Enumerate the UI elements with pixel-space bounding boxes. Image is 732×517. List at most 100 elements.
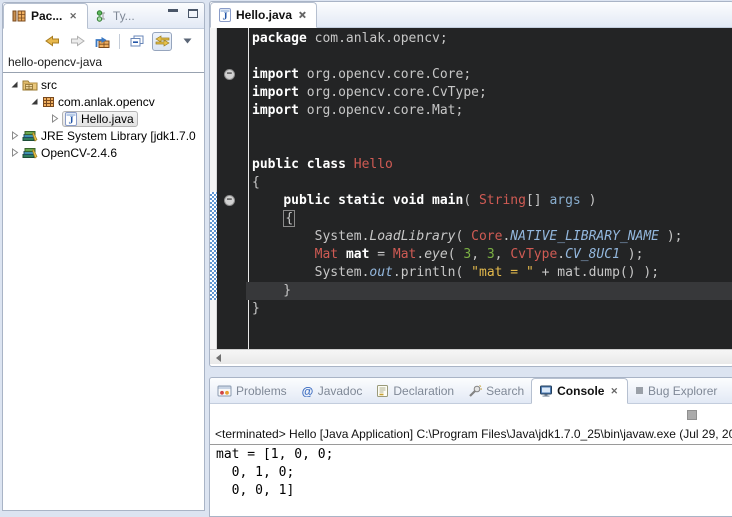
close-icon[interactable]: ✕ [67, 10, 79, 22]
code-line[interactable]: import org.opencv.core.CvType; [249, 84, 732, 102]
link-with-editor-button[interactable] [152, 32, 172, 51]
left-tabbar: Pac... ✕ Ty... [3, 3, 204, 29]
code-line[interactable]: } [249, 300, 732, 318]
fold-marker-icon[interactable]: − [224, 195, 235, 206]
console-toolbar [210, 404, 732, 425]
fold-marker-icon[interactable]: − [224, 69, 235, 80]
tab-label: Problems [236, 384, 287, 398]
project-tree: src com.anlak.opencv JHello.java JRE System… [3, 73, 204, 161]
view-tab-pac[interactable]: Pac... ✕ [3, 3, 88, 29]
horizontal-scrollbar[interactable] [210, 349, 732, 364]
code-line[interactable]: System.out.println( "mat = " + mat.dump(… [249, 264, 732, 282]
tree-item-jre-system-library-jdk1-7-0[interactable]: JRE System Library [jdk1.7.0 [3, 127, 204, 144]
collapsed-twisty-icon[interactable] [49, 114, 59, 123]
annotation-ruler[interactable] [210, 28, 217, 349]
tree-item-com-anlak-opencv[interactable]: com.anlak.opencv [3, 93, 204, 110]
code-line[interactable]: { [249, 210, 732, 228]
link-with-editor-icon [155, 35, 170, 47]
svg-text:J: J [69, 115, 74, 126]
tab-label: Declaration [393, 384, 454, 398]
expanded-twisty-icon[interactable] [9, 80, 19, 89]
selected-tree-item[interactable]: JHello.java [62, 111, 138, 127]
tree-root-label: hello-opencv-java [3, 53, 204, 72]
tree-item-label: com.anlak.opencv [58, 95, 155, 109]
scroll-left-icon[interactable] [216, 354, 221, 362]
forward-button[interactable] [67, 32, 87, 51]
code-line[interactable] [249, 138, 732, 156]
code-line[interactable]: public static void main( String[] args ) [249, 192, 732, 210]
code-line[interactable]: Mat mat = Mat.eye( 3, 3, CvType.CV_8UC1 … [249, 246, 732, 264]
library-icon [22, 130, 38, 142]
up-button[interactable] [92, 32, 112, 51]
close-icon[interactable]: ✕ [608, 385, 620, 397]
tree-item-label: JRE System Library [jdk1.7.0 [41, 129, 196, 143]
tab-label: Console [557, 384, 604, 398]
collapsed-twisty-icon[interactable] [9, 131, 19, 140]
console-output: mat = [1, 0, 0; 0, 1, 0; 0, 0, 1] [210, 445, 732, 501]
javadoc-icon: @ [301, 385, 314, 397]
view-tab-bug-explorer[interactable]: Bug Explorer [628, 378, 724, 403]
tree-item-src[interactable]: src [3, 76, 204, 93]
view-tab-declaration[interactable]: Declaration [369, 378, 461, 403]
view-tab-problems[interactable]: Problems [210, 378, 294, 403]
editor-tabbar: J Hello.java ❌︎ [210, 2, 732, 28]
tree-item-label: OpenCV-2.4.6 [41, 146, 117, 160]
code-line[interactable]: import org.opencv.core.Mat; [249, 102, 732, 120]
source-folder-icon [22, 79, 38, 91]
method-range-indicator [210, 192, 217, 300]
editor-tab-label: Hello.java [236, 8, 292, 22]
declaration-icon [376, 385, 389, 397]
view-tab-javadoc[interactable]: @ Javadoc [294, 378, 370, 403]
view-menu-button[interactable] [177, 32, 197, 51]
close-icon[interactable]: ❌︎ [297, 9, 308, 21]
console-panel: Problems @ Javadoc Declaration Search Console… [209, 377, 732, 517]
tab-label: Javadoc [318, 384, 363, 398]
maximize-icon[interactable] [188, 9, 198, 18]
view-menu-icon [183, 38, 192, 44]
type-hierarchy-icon [96, 10, 108, 22]
terminate-icon[interactable] [687, 410, 697, 420]
collapsed-twisty-icon[interactable] [9, 148, 19, 157]
svg-text:J: J [223, 12, 228, 23]
svg-text:@: @ [301, 385, 313, 397]
code-line[interactable] [249, 120, 732, 138]
code-line[interactable] [249, 48, 732, 66]
collapse-all-icon [130, 35, 144, 47]
java-file-icon: J [65, 112, 77, 126]
view-tab-search[interactable]: Search [461, 378, 531, 403]
toolbar-separator [119, 34, 120, 49]
code-line[interactable]: { [249, 174, 732, 192]
tab-label: Ty... [113, 9, 135, 23]
back-icon [45, 35, 60, 47]
code-line[interactable]: System.LoadLibrary( Core.NATIVE_LIBRARY_… [249, 228, 732, 246]
package-explorer-panel: Pac... ✕ Ty... hello-opencv-java src com.an… [2, 2, 205, 511]
bottom-tabbar: Problems @ Javadoc Declaration Search Console… [210, 378, 732, 404]
tab-label: Bug Explorer [648, 384, 717, 398]
editor-area: J Hello.java ❌︎ −− package com.anlak.ope… [209, 1, 732, 367]
tree-item-hello-java[interactable]: JHello.java [3, 110, 204, 127]
code-line[interactable]: public class Hello [249, 156, 732, 174]
console-icon [539, 385, 553, 397]
view-tab-console[interactable]: Console ✕ [531, 378, 628, 404]
code-line[interactable]: import org.opencv.core.Core; [249, 66, 732, 84]
minimize-icon[interactable] [168, 9, 178, 18]
code-line[interactable]: package com.anlak.opencv; [249, 30, 732, 48]
collapse-all-button[interactable] [127, 32, 147, 51]
view-tab-ty[interactable]: Ty... [88, 3, 143, 28]
view-window-buttons [168, 9, 198, 18]
package-explorer-toolbar [3, 29, 204, 53]
library-icon [22, 147, 38, 159]
back-button[interactable] [42, 32, 62, 51]
expanded-twisty-icon[interactable] [29, 97, 39, 106]
editor-tab-hello-java[interactable]: J Hello.java ❌︎ [210, 2, 317, 28]
eclipse-workbench: { "left_panel": { "tabs": [ { "label": "… [0, 0, 732, 511]
tree-item-opencv-2-4-6[interactable]: OpenCV-2.4.6 [3, 144, 204, 161]
code-editor[interactable]: −− package com.anlak.opencv; import org.… [210, 28, 732, 349]
tab-label: Search [486, 384, 524, 398]
code-text[interactable]: package com.anlak.opencv; import org.ope… [249, 30, 732, 318]
folding-ruler[interactable]: −− [218, 28, 248, 349]
console-status-line: <terminated> Hello [Java Application] C:… [210, 425, 732, 445]
tab-label: Pac... [31, 9, 62, 23]
current-code-line[interactable]: } [246, 282, 732, 300]
view-tab-bug[interactable]: Bug [724, 378, 732, 403]
